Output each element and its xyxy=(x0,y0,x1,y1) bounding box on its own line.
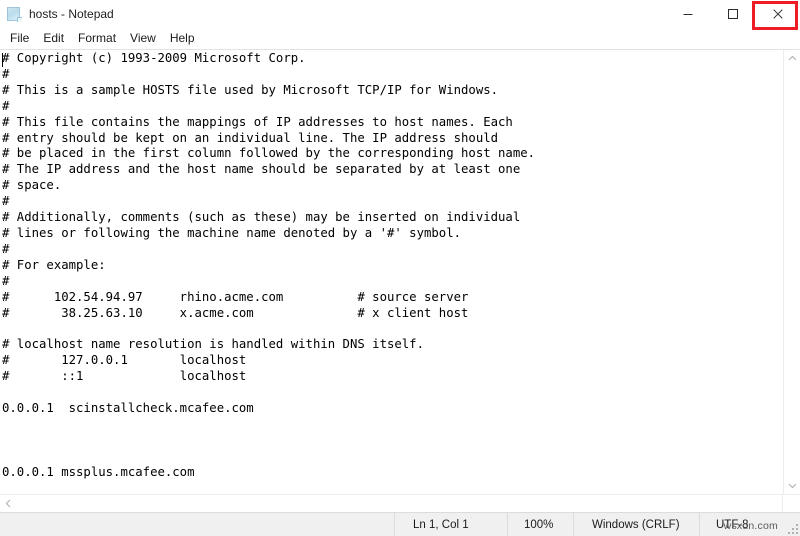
vertical-scroll-track[interactable] xyxy=(784,67,800,477)
menu-bar: File Edit Format View Help xyxy=(0,28,800,49)
status-bar-spacer xyxy=(0,513,394,536)
status-cursor-position: Ln 1, Col 1 xyxy=(394,513,507,536)
scroll-up-chevron-icon xyxy=(788,55,796,61)
resize-grip[interactable] xyxy=(780,513,800,536)
scroll-left-button[interactable] xyxy=(0,495,17,512)
editor-area: # Copyright (c) 1993-2009 Microsoft Corp… xyxy=(0,49,800,494)
text-editor[interactable]: # Copyright (c) 1993-2009 Microsoft Corp… xyxy=(0,50,783,494)
horizontal-scrollbar-row xyxy=(0,494,800,512)
status-line-ending: Windows (CRLF) xyxy=(573,513,699,536)
scroll-up-button[interactable] xyxy=(784,50,800,67)
menu-item-edit[interactable]: Edit xyxy=(36,28,71,49)
maximize-icon xyxy=(727,9,738,19)
minimize-button[interactable] xyxy=(665,0,710,28)
text-caret xyxy=(2,53,3,67)
close-button[interactable] xyxy=(755,0,800,28)
horizontal-scrollbar[interactable] xyxy=(0,495,782,512)
maximize-button[interactable] xyxy=(710,0,755,28)
scroll-down-button[interactable] xyxy=(784,477,800,494)
vertical-scrollbar[interactable] xyxy=(783,50,800,494)
scrollbar-corner xyxy=(782,495,800,512)
menu-item-help[interactable]: Help xyxy=(163,28,202,49)
resize-grip-icon xyxy=(788,524,798,534)
scroll-down-chevron-icon xyxy=(788,483,796,489)
status-zoom-level[interactable]: 100% xyxy=(507,513,573,536)
window-controls xyxy=(665,0,800,30)
notepad-document-icon xyxy=(6,6,22,22)
menu-item-file[interactable]: File xyxy=(3,28,36,49)
text-editor-viewport[interactable]: # Copyright (c) 1993-2009 Microsoft Corp… xyxy=(0,50,783,494)
close-icon xyxy=(772,9,783,19)
minimize-icon xyxy=(683,14,692,15)
scroll-left-chevron-icon xyxy=(5,499,11,508)
title-bar-left: hosts - Notepad xyxy=(0,0,114,28)
status-bar: Ln 1, Col 1 100% Windows (CRLF) UTF-8 xyxy=(0,512,800,536)
horizontal-scroll-track[interactable] xyxy=(17,495,782,512)
window-title: hosts - Notepad xyxy=(29,7,114,21)
menu-item-view[interactable]: View xyxy=(123,28,163,49)
status-encoding: UTF-8 xyxy=(699,513,780,536)
menu-item-format[interactable]: Format xyxy=(71,28,123,49)
title-bar[interactable]: hosts - Notepad xyxy=(0,0,800,30)
notepad-window: hosts - Notepad File Edit Format View He… xyxy=(0,0,800,536)
